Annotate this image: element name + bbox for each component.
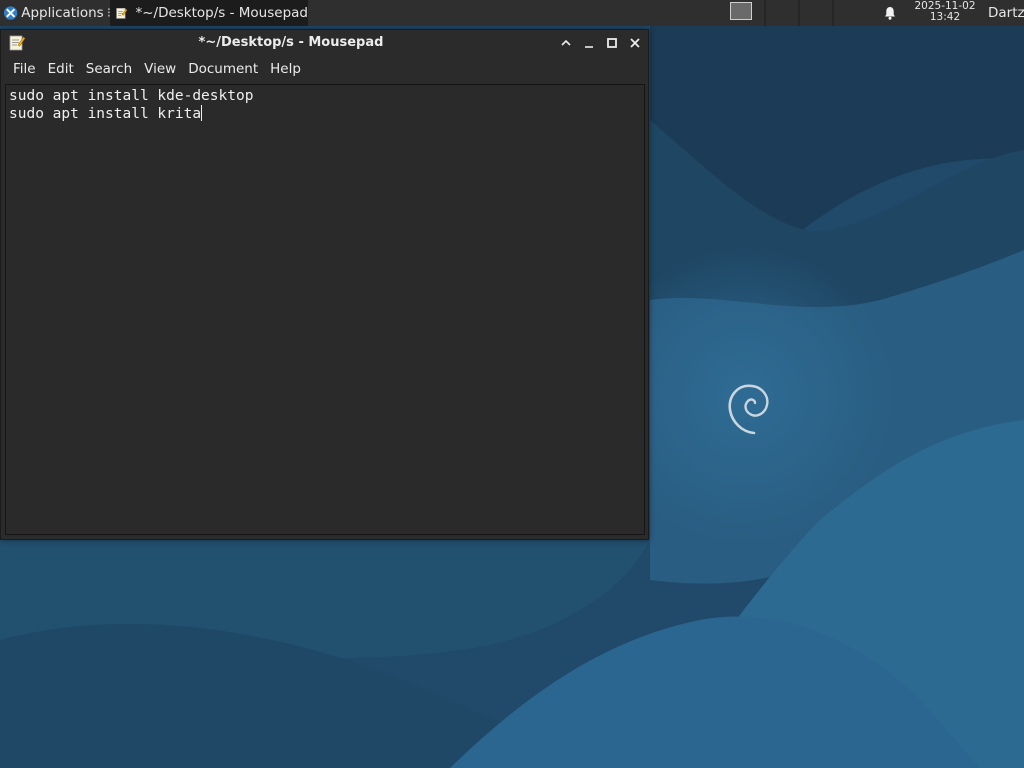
minimize-icon: [585, 46, 593, 48]
text-editor-icon: [116, 8, 128, 19]
user-name: Dartz: [988, 5, 1024, 21]
mousepad-window: *~/Desktop/s - Mousepad File Edit Search…: [0, 29, 649, 540]
close-button[interactable]: [627, 35, 643, 51]
close-icon: [630, 38, 640, 48]
editor-line: sudo apt install kde-desktop: [9, 87, 644, 105]
panel-separator: [764, 0, 766, 26]
menu-file[interactable]: File: [7, 57, 42, 81]
top-panel: Applications ⁝ *~/Desktop/s - Mousepad 2…: [0, 0, 1024, 26]
menu-help[interactable]: Help: [264, 57, 307, 81]
xfce-logo-icon: [3, 6, 18, 20]
editor-line-text: sudo apt install kde-desktop: [9, 88, 254, 104]
bell-icon[interactable]: [882, 5, 898, 21]
applications-menu-button[interactable]: Applications ⁝: [0, 0, 111, 26]
user-menu-button[interactable]: Dartz: [988, 0, 1024, 26]
text-editor-area[interactable]: sudo apt install kde-desktop sudo apt in…: [5, 84, 645, 535]
editor-line: sudo apt install krita: [9, 105, 644, 123]
menu-document[interactable]: Document: [182, 57, 264, 81]
panel-separator: [832, 0, 834, 26]
menu-bar: File Edit Search View Document Help: [1, 56, 648, 82]
panel-clock[interactable]: 2025-11-02 13:42: [906, 1, 984, 23]
clock-time: 13:42: [929, 11, 961, 23]
menu-view[interactable]: View: [138, 57, 182, 81]
debian-swirl-icon: [728, 384, 769, 435]
applications-menu-label: Applications: [21, 5, 104, 21]
text-cursor: [201, 105, 203, 121]
chevron-up-icon: [561, 39, 571, 46]
editor-line-text: sudo apt install krita: [9, 106, 202, 122]
menu-edit[interactable]: Edit: [42, 57, 80, 81]
taskbar-button-mousepad[interactable]: *~/Desktop/s - Mousepad: [110, 0, 308, 26]
shade-button[interactable]: [558, 35, 574, 51]
minimize-button[interactable]: [581, 35, 597, 51]
taskbar-button-label: *~/Desktop/s - Mousepad: [135, 5, 308, 21]
workspace-switcher[interactable]: [730, 2, 752, 20]
menu-search[interactable]: Search: [80, 57, 138, 81]
window-title: *~/Desktop/s - Mousepad: [198, 35, 384, 50]
maximize-icon: [607, 38, 617, 48]
maximize-button[interactable]: [604, 35, 620, 51]
panel-separator: [798, 0, 800, 26]
window-titlebar[interactable]: *~/Desktop/s - Mousepad: [1, 30, 648, 56]
